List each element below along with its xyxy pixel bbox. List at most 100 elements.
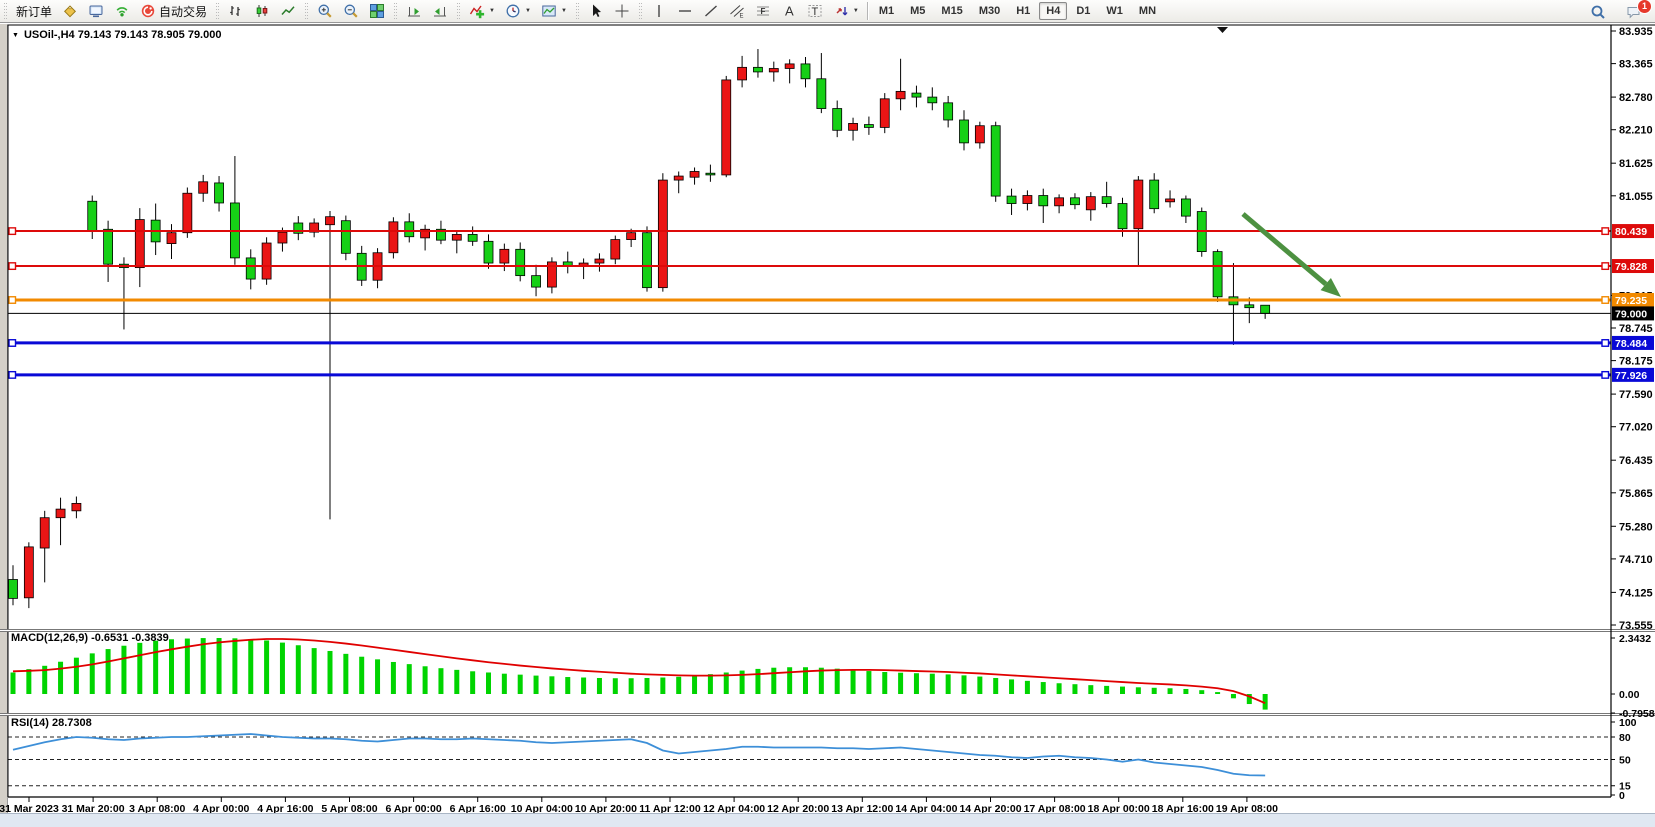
- macd-bar: [866, 671, 871, 694]
- horizontal-line-button[interactable]: [673, 2, 697, 20]
- macd-bar: [248, 639, 253, 694]
- timeframe-button-m30[interactable]: M30: [972, 2, 1007, 20]
- macd-bar: [1215, 692, 1220, 694]
- price-chart-canvas[interactable]: 83.93583.36582.78082.21081.62581.05579.3…: [0, 24, 1655, 826]
- text-label-button[interactable]: T: [803, 2, 827, 20]
- candle: [658, 173, 667, 291]
- candle: [262, 237, 271, 284]
- macd-axis-label: 0.00: [1619, 689, 1640, 701]
- macd-bar: [106, 649, 111, 694]
- line-handle[interactable]: [9, 228, 16, 235]
- zoom-in-button[interactable]: [313, 2, 337, 20]
- timeframe-button-m5[interactable]: M5: [903, 2, 932, 20]
- timeframe-button-mn[interactable]: MN: [1132, 2, 1163, 20]
- chart-window[interactable]: 83.93583.36582.78082.21081.62581.05579.3…: [0, 24, 1655, 826]
- macd-bar: [708, 674, 713, 694]
- fibonacci-button[interactable]: F: [751, 2, 775, 20]
- price-line-label: 77.926: [1612, 368, 1654, 382]
- timeframe-button-h4[interactable]: H4: [1039, 2, 1067, 20]
- price-line-label: 79.828: [1612, 259, 1654, 273]
- rsi-axis-label: 100: [1619, 717, 1637, 729]
- timeframe-button-w1[interactable]: W1: [1099, 2, 1130, 20]
- timeframe-button-d1[interactable]: D1: [1069, 2, 1097, 20]
- line-handle[interactable]: [9, 263, 16, 270]
- trendline-button[interactable]: [699, 2, 723, 20]
- timeframe-button-m1[interactable]: M1: [872, 2, 901, 20]
- line-chart-icon: [280, 3, 296, 19]
- auto-scroll-button[interactable]: [402, 2, 426, 20]
- autotrading-button[interactable]: 自动交易: [136, 2, 211, 20]
- line-handle[interactable]: [9, 372, 16, 379]
- templates-button[interactable]: ▼: [537, 2, 571, 20]
- zoom-out-button[interactable]: [339, 2, 363, 20]
- search-button[interactable]: [1586, 3, 1610, 21]
- macd-bar: [946, 674, 951, 694]
- text-button[interactable]: A: [777, 2, 801, 20]
- chevron-down-icon[interactable]: ▼: [561, 8, 567, 14]
- macd-bar: [755, 669, 760, 694]
- price-line-label: 78.484: [1612, 336, 1654, 350]
- price-tick-label: 75.865: [1619, 488, 1653, 500]
- symbol-collapse-icon[interactable]: ▼: [12, 32, 19, 39]
- chart-shift-button[interactable]: [428, 2, 452, 20]
- text-icon: A: [781, 3, 797, 19]
- line-handle[interactable]: [9, 297, 16, 304]
- indicators-icon: [469, 3, 485, 19]
- toolbar-grip[interactable]: [456, 3, 461, 19]
- tile-windows-button[interactable]: [365, 2, 389, 20]
- candlestick-chart-button[interactable]: [250, 2, 274, 20]
- macd-bar: [1152, 688, 1157, 694]
- chat-button[interactable]: 1: [1622, 3, 1646, 21]
- price-tick-label: 82.210: [1619, 125, 1653, 137]
- new-order-button-label: 新订单: [16, 3, 52, 20]
- line-handle[interactable]: [1602, 228, 1609, 235]
- indicators-button[interactable]: ▼: [465, 2, 499, 20]
- line-handle[interactable]: [9, 340, 16, 347]
- macd-bar: [391, 662, 396, 694]
- toolbar-grip[interactable]: [3, 3, 8, 19]
- macd-bar: [454, 670, 459, 694]
- new-order-button[interactable]: 新订单: [12, 2, 56, 20]
- macd-bar: [819, 668, 824, 694]
- svg-text:79.235: 79.235: [1615, 295, 1647, 307]
- timeframe-button-h1[interactable]: H1: [1009, 2, 1037, 20]
- line-handle[interactable]: [1602, 372, 1609, 379]
- macd-bar: [11, 672, 16, 694]
- equidistant-channel-button[interactable]: E: [725, 2, 749, 20]
- candle: [991, 122, 1000, 202]
- price-tag-button[interactable]: [58, 2, 82, 20]
- macd-bar: [692, 676, 697, 694]
- cursor-icon: [588, 3, 604, 19]
- bar-chart-button[interactable]: [224, 2, 248, 20]
- timeframe-button-m15[interactable]: M15: [934, 2, 969, 20]
- toolbar-separator: [867, 2, 868, 20]
- toolbar-grip[interactable]: [638, 3, 643, 19]
- toolbar-grip[interactable]: [393, 3, 398, 19]
- macd-bar: [169, 639, 174, 694]
- chevron-down-icon[interactable]: ▼: [853, 8, 859, 14]
- terminal-button[interactable]: [84, 2, 108, 20]
- macd-bar: [898, 673, 903, 694]
- cursor-button[interactable]: [584, 2, 608, 20]
- macd-bar: [1072, 684, 1077, 694]
- line-handle[interactable]: [1602, 340, 1609, 347]
- vertical-line-button[interactable]: [647, 2, 671, 20]
- toolbar-grip[interactable]: [304, 3, 309, 19]
- signals-button[interactable]: [110, 2, 134, 20]
- svg-text:80.439: 80.439: [1615, 226, 1647, 238]
- macd-bar: [1041, 682, 1046, 694]
- toolbar-grip[interactable]: [575, 3, 580, 19]
- line-handle[interactable]: [1602, 263, 1609, 270]
- periods-button[interactable]: ▼: [501, 2, 535, 20]
- chevron-down-icon[interactable]: ▼: [489, 8, 495, 14]
- line-chart-button[interactable]: [276, 2, 300, 20]
- price-tick-label: 81.055: [1619, 191, 1653, 203]
- arrows-button[interactable]: ▼: [829, 2, 863, 20]
- line-handle[interactable]: [1602, 297, 1609, 304]
- macd-bar: [121, 646, 126, 694]
- hline-icon: [677, 3, 693, 19]
- chevron-down-icon[interactable]: ▼: [525, 8, 531, 14]
- crosshair-icon: [614, 3, 630, 19]
- toolbar-grip[interactable]: [215, 3, 220, 19]
- crosshair-button[interactable]: [610, 2, 634, 20]
